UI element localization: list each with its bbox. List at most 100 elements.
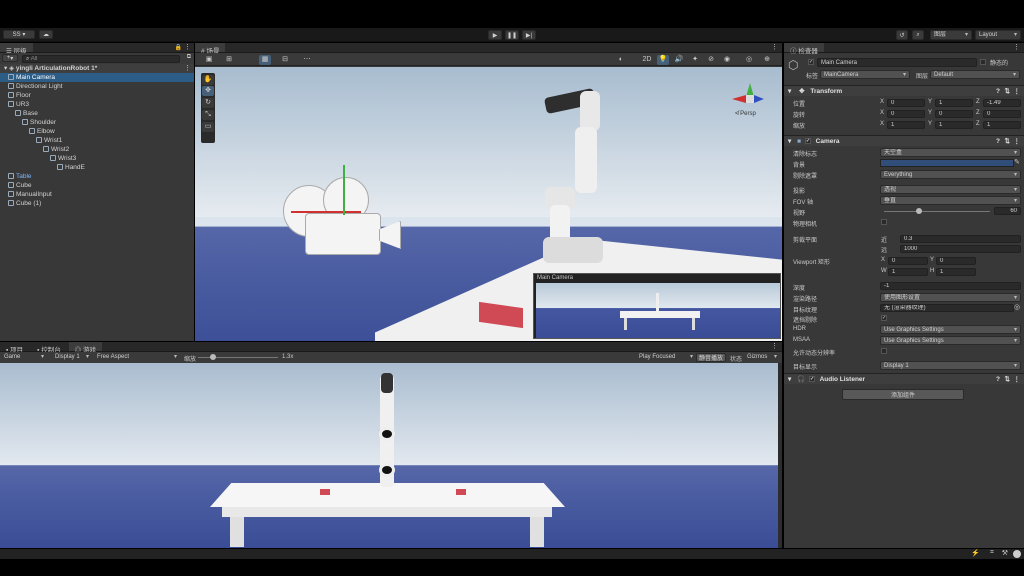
viewport-w-input[interactable]: 1 <box>888 268 928 276</box>
lock-icon[interactable]: 🔒 <box>175 44 182 51</box>
hierarchy-item[interactable]: Main Camera <box>0 73 194 82</box>
hdr-dropdown[interactable]: Use Graphics Settings <box>880 325 1021 334</box>
preset-icon[interactable]: ⇅ <box>1005 86 1010 97</box>
game-mode-dropdown[interactable]: Game <box>1 353 47 362</box>
snap-icon[interactable]: ⊟ <box>279 55 291 65</box>
grid-icon[interactable]: ▦ <box>259 55 271 65</box>
transform-x-input[interactable]: 0 <box>887 99 925 107</box>
far-input[interactable]: 1000 <box>900 245 1021 253</box>
layer-dropdown[interactable]: Default <box>930 70 1020 79</box>
pivot-icon[interactable]: ⊞ <box>223 55 235 65</box>
hidden-icon[interactable]: ⊘ <box>705 55 717 65</box>
network-icon[interactable]: ⌗ <box>990 549 994 557</box>
help-icon[interactable]: ? <box>996 136 1000 147</box>
physical-camera-checkbox[interactable] <box>881 219 887 225</box>
tab-project[interactable]: ▪ 项目 <box>0 342 29 354</box>
component-more-icon[interactable]: ⋮ <box>1014 86 1021 97</box>
rect-tool-icon[interactable]: ▭ <box>202 122 214 132</box>
transform-x-input[interactable]: 1 <box>887 121 925 129</box>
scene-root-row[interactable]: ▾ ◈ yingli ArticulationRobot 1* ⋮ <box>0 64 194 73</box>
fov-axis-dropdown[interactable]: 垂直 <box>880 196 1021 205</box>
create-button[interactable]: + ▾ <box>2 54 18 62</box>
layout-dropdown[interactable]: Layout <box>975 30 1021 40</box>
hierarchy-item[interactable]: Wrist1 <box>0 136 194 145</box>
active-checkbox[interactable]: ✓ <box>808 59 814 65</box>
tab-scene[interactable]: # 场景 <box>195 43 226 55</box>
camera-enabled-checkbox[interactable]: ✓ <box>804 138 811 145</box>
game-more-icon[interactable]: ⋮ <box>771 342 778 350</box>
help-icon[interactable]: ? <box>996 374 1000 385</box>
hierarchy-item[interactable]: Cube <box>0 181 194 190</box>
light-icon[interactable]: 💡 <box>657 55 669 65</box>
cloud-button[interactable]: ☁ <box>39 30 53 39</box>
transform-y-input[interactable]: 1 <box>935 99 973 107</box>
2d-button-icon[interactable]: 2D <box>641 55 653 65</box>
gizmos-dropdown[interactable]: Gizmos <box>744 353 780 362</box>
tools-icon[interactable]: ⚒ <box>1002 549 1008 557</box>
mute-button[interactable]: 静音播放 <box>696 353 726 362</box>
bulb-icon[interactable]: ⚡ <box>971 549 980 557</box>
pause-button[interactable]: ❚❚ <box>505 30 519 40</box>
dynamic-resolution-checkbox[interactable] <box>881 348 887 354</box>
component-more-icon[interactable]: ⋮ <box>1014 374 1021 385</box>
viewport-x-input[interactable]: 0 <box>888 257 928 265</box>
audio-listener-header[interactable]: ▾ 🎧 ✓ Audio Listener ? ⇅ ⋮ <box>784 373 1024 384</box>
inspector-more-icon[interactable]: ⋮ <box>1013 43 1020 51</box>
game-viewport[interactable] <box>0 363 778 548</box>
transform-y-input[interactable]: 0 <box>935 110 973 118</box>
aspect-dropdown[interactable]: Free Aspect <box>94 353 180 362</box>
2d-toggle-icon[interactable]: ◐ <box>615 55 627 65</box>
add-component-button[interactable]: 添加组件 <box>842 389 964 400</box>
eyedropper-icon[interactable]: ✎ <box>1014 158 1020 166</box>
rendering-path-dropdown[interactable]: 使用图形设置 <box>880 293 1021 302</box>
hierarchy-item[interactable]: Wrist2 <box>0 145 194 154</box>
fx-icon[interactable]: ✦ <box>689 55 701 65</box>
history-button[interactable]: ↺ <box>896 30 908 40</box>
hierarchy-item[interactable]: Floor <box>0 91 194 100</box>
object-picker-icon[interactable]: ◎ <box>1014 303 1020 311</box>
transform-header[interactable]: ▾ ✥ Transform ? ⇅ ⋮ <box>784 85 1024 96</box>
layers-dropdown[interactable]: 图层 <box>930 30 972 40</box>
tab-inspector[interactable]: ⓘ 检查器 <box>784 43 824 55</box>
transform-z-input[interactable]: 1 <box>983 121 1021 129</box>
step-button[interactable]: ▶| <box>522 30 536 40</box>
scene-viewport[interactable]: ≮ Persp ✋ ✥ ↻ ⤡ ▭ Main Camera <box>195 67 782 341</box>
hierarchy-item[interactable]: Base <box>0 109 194 118</box>
transform-z-input[interactable]: -1.49 <box>983 99 1021 107</box>
hierarchy-item[interactable]: HandE <box>0 163 194 172</box>
preset-icon[interactable]: ⇅ <box>1005 136 1010 147</box>
persp-label[interactable]: ≮ Persp <box>735 111 756 117</box>
orientation-gizmo[interactable]: ≮ Persp <box>730 75 770 121</box>
camera-settings-icon[interactable]: ◉ <box>721 55 733 65</box>
search-button[interactable]: ⌕ <box>912 30 924 40</box>
display-dropdown[interactable]: Display 1 <box>52 353 92 362</box>
draw-mode-icon[interactable]: ▣ <box>203 55 215 65</box>
globe-icon[interactable]: ⊕ <box>761 55 773 65</box>
move-tool-icon[interactable]: ✥ <box>202 86 214 96</box>
transform-x-input[interactable]: 0 <box>887 110 925 118</box>
camera-header[interactable]: ▾ ■ ✓ Camera ? ⇅ ⋮ <box>784 135 1024 146</box>
preset-icon[interactable]: ⇅ <box>1005 374 1010 385</box>
transform-z-input[interactable]: 0 <box>983 110 1021 118</box>
culling-mask-dropdown[interactable]: Everything <box>880 170 1021 179</box>
viewport-h-input[interactable]: 1 <box>936 268 976 276</box>
target-texture-field[interactable]: 无 (渲染器纹理) <box>880 304 1014 312</box>
hierarchy-item[interactable]: Table <box>0 172 194 181</box>
tab-game[interactable]: ◎ 游戏 <box>68 342 102 354</box>
viewport-y-input[interactable]: 0 <box>936 257 976 265</box>
account-button[interactable]: SS ▾ <box>3 30 35 39</box>
tab-console[interactable]: ▪ 控制台 <box>31 342 67 354</box>
component-more-icon[interactable]: ⋮ <box>1014 136 1021 147</box>
target-display-dropdown[interactable]: Display 1 <box>880 361 1021 370</box>
tag-dropdown[interactable]: MainCamera <box>820 70 910 79</box>
near-input[interactable]: 0.3 <box>900 235 1021 243</box>
hierarchy-item[interactable]: Cube (1) <box>0 199 194 208</box>
tab-hierarchy[interactable]: ☰ 层级 <box>0 43 33 55</box>
play-button[interactable]: ▶ <box>488 30 502 40</box>
game-scrollbar[interactable] <box>778 363 782 548</box>
scale-slider-handle[interactable] <box>210 354 216 360</box>
increment-icon[interactable]: ⋯ <box>301 55 313 65</box>
static-checkbox[interactable] <box>980 59 986 65</box>
projection-dropdown[interactable]: 透视 <box>880 185 1021 194</box>
filter-icon[interactable]: ⧉ <box>187 54 191 61</box>
